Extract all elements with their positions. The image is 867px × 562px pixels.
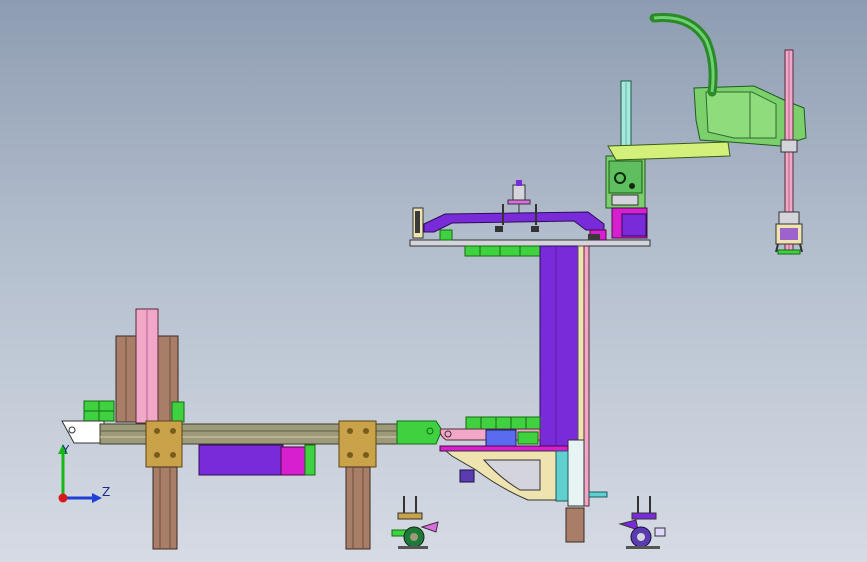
green-block: [465, 416, 541, 430]
column-foot: [565, 507, 585, 543]
column-assembly[interactable]: [409, 239, 651, 543]
green-block: [464, 245, 551, 257]
corner-bracket: [145, 420, 183, 468]
z-axis-label: Z: [102, 485, 111, 499]
origin-marker: [58, 493, 68, 503]
corner-bracket: [338, 420, 377, 468]
drive-motor: [198, 444, 284, 476]
end-effector: [778, 211, 800, 225]
tray-fixture[interactable]: [412, 180, 607, 241]
caster-wheel-right: [618, 496, 666, 549]
coordinate-triad: [58, 444, 102, 503]
left-table-assembly[interactable]: [61, 308, 443, 550]
side-rail: [583, 245, 590, 507]
cad-viewport[interactable]: Y Z: [0, 0, 867, 562]
green-end-cap: [396, 420, 443, 445]
table-leg: [345, 466, 371, 550]
scara-robot[interactable]: [605, 12, 807, 255]
green-block: [171, 401, 185, 423]
top-plate: [409, 239, 651, 247]
purple-column: [539, 245, 579, 447]
cable-harness: [649, 12, 718, 97]
magenta-rail: [439, 445, 569, 452]
y-axis-label: Y: [62, 443, 70, 457]
purple-tray: [423, 211, 605, 233]
table-leg: [152, 466, 178, 550]
caster-wheel-left: [391, 496, 439, 549]
assembly-model[interactable]: [0, 0, 867, 562]
